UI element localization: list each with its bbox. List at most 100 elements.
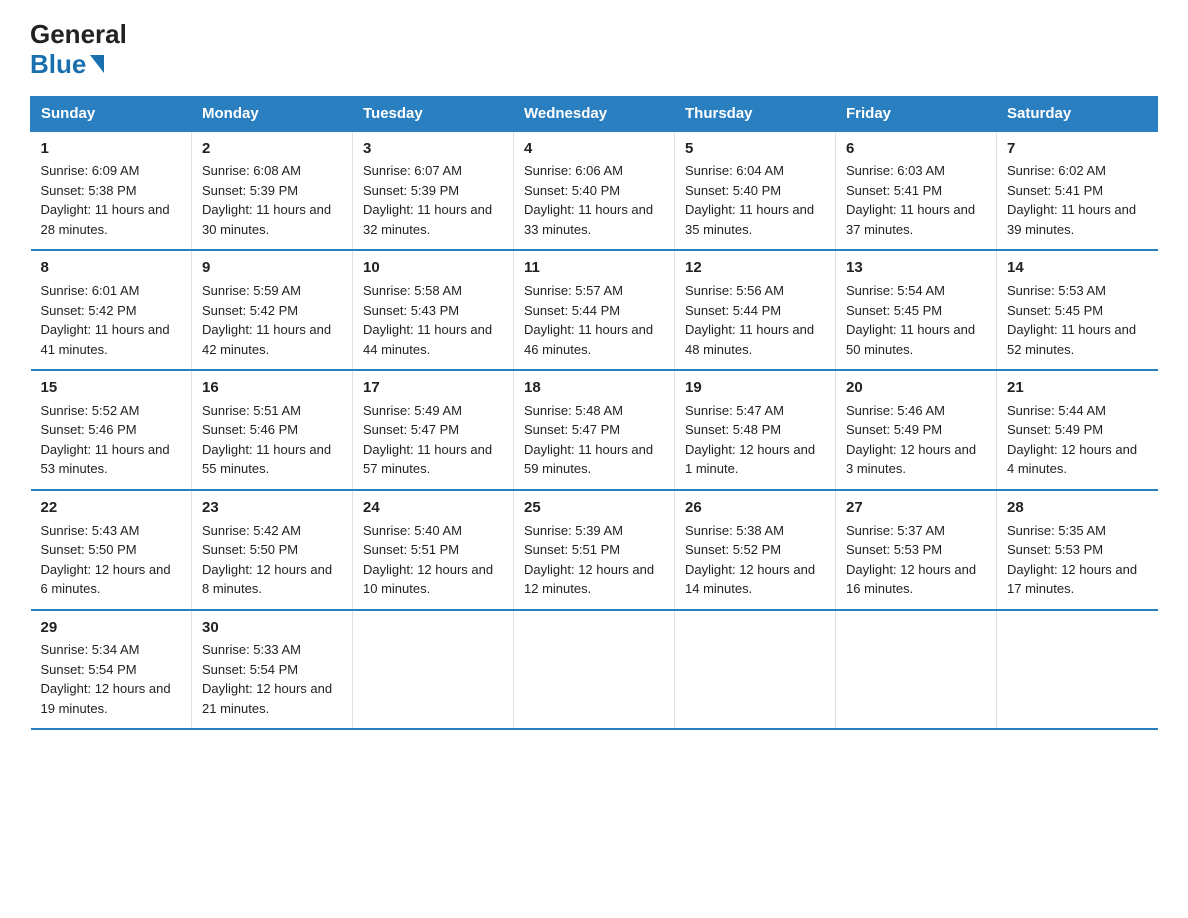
calendar-day-cell: 9Sunrise: 5:59 AMSunset: 5:42 PMDaylight…	[192, 250, 353, 370]
day-number: 13	[846, 257, 986, 279]
calendar-day-cell	[997, 610, 1158, 730]
day-info: Sunrise: 5:42 AMSunset: 5:50 PMDaylight:…	[202, 521, 342, 599]
day-info: Sunrise: 5:43 AMSunset: 5:50 PMDaylight:…	[41, 521, 182, 599]
day-number: 12	[685, 257, 825, 279]
day-number: 11	[524, 257, 664, 279]
calendar-week-row: 8Sunrise: 6:01 AMSunset: 5:42 PMDaylight…	[31, 250, 1158, 370]
calendar-header-friday: Friday	[836, 96, 997, 131]
day-number: 14	[1007, 257, 1148, 279]
calendar-day-cell: 10Sunrise: 5:58 AMSunset: 5:43 PMDayligh…	[353, 250, 514, 370]
logo-general-text: General	[30, 20, 127, 49]
day-info: Sunrise: 5:49 AMSunset: 5:47 PMDaylight:…	[363, 401, 503, 479]
calendar-day-cell: 17Sunrise: 5:49 AMSunset: 5:47 PMDayligh…	[353, 370, 514, 490]
day-info: Sunrise: 6:08 AMSunset: 5:39 PMDaylight:…	[202, 161, 342, 239]
day-number: 15	[41, 377, 182, 399]
day-info: Sunrise: 5:51 AMSunset: 5:46 PMDaylight:…	[202, 401, 342, 479]
day-number: 10	[363, 257, 503, 279]
day-number: 1	[41, 138, 182, 160]
day-info: Sunrise: 6:02 AMSunset: 5:41 PMDaylight:…	[1007, 161, 1148, 239]
day-info: Sunrise: 5:40 AMSunset: 5:51 PMDaylight:…	[363, 521, 503, 599]
day-number: 27	[846, 497, 986, 519]
day-info: Sunrise: 5:54 AMSunset: 5:45 PMDaylight:…	[846, 281, 986, 359]
calendar-day-cell	[675, 610, 836, 730]
calendar-week-row: 15Sunrise: 5:52 AMSunset: 5:46 PMDayligh…	[31, 370, 1158, 490]
calendar-day-cell: 2Sunrise: 6:08 AMSunset: 5:39 PMDaylight…	[192, 131, 353, 251]
day-number: 3	[363, 138, 503, 160]
day-number: 22	[41, 497, 182, 519]
calendar-day-cell: 28Sunrise: 5:35 AMSunset: 5:53 PMDayligh…	[997, 490, 1158, 610]
calendar-day-cell: 4Sunrise: 6:06 AMSunset: 5:40 PMDaylight…	[514, 131, 675, 251]
day-info: Sunrise: 5:44 AMSunset: 5:49 PMDaylight:…	[1007, 401, 1148, 479]
calendar-header-sunday: Sunday	[31, 96, 192, 131]
calendar-header-saturday: Saturday	[997, 96, 1158, 131]
day-number: 18	[524, 377, 664, 399]
day-number: 25	[524, 497, 664, 519]
calendar-day-cell: 6Sunrise: 6:03 AMSunset: 5:41 PMDaylight…	[836, 131, 997, 251]
day-number: 21	[1007, 377, 1148, 399]
calendar-day-cell: 8Sunrise: 6:01 AMSunset: 5:42 PMDaylight…	[31, 250, 192, 370]
day-info: Sunrise: 6:04 AMSunset: 5:40 PMDaylight:…	[685, 161, 825, 239]
day-info: Sunrise: 5:59 AMSunset: 5:42 PMDaylight:…	[202, 281, 342, 359]
calendar-day-cell: 1Sunrise: 6:09 AMSunset: 5:38 PMDaylight…	[31, 131, 192, 251]
day-number: 17	[363, 377, 503, 399]
calendar-day-cell: 27Sunrise: 5:37 AMSunset: 5:53 PMDayligh…	[836, 490, 997, 610]
calendar-day-cell: 14Sunrise: 5:53 AMSunset: 5:45 PMDayligh…	[997, 250, 1158, 370]
calendar-day-cell: 29Sunrise: 5:34 AMSunset: 5:54 PMDayligh…	[31, 610, 192, 730]
calendar-header-thursday: Thursday	[675, 96, 836, 131]
calendar-day-cell: 7Sunrise: 6:02 AMSunset: 5:41 PMDaylight…	[997, 131, 1158, 251]
calendar-day-cell: 15Sunrise: 5:52 AMSunset: 5:46 PMDayligh…	[31, 370, 192, 490]
day-number: 20	[846, 377, 986, 399]
calendar-day-cell: 11Sunrise: 5:57 AMSunset: 5:44 PMDayligh…	[514, 250, 675, 370]
day-number: 5	[685, 138, 825, 160]
day-info: Sunrise: 5:53 AMSunset: 5:45 PMDaylight:…	[1007, 281, 1148, 359]
day-info: Sunrise: 5:52 AMSunset: 5:46 PMDaylight:…	[41, 401, 182, 479]
day-number: 16	[202, 377, 342, 399]
calendar-day-cell: 13Sunrise: 5:54 AMSunset: 5:45 PMDayligh…	[836, 250, 997, 370]
calendar-day-cell: 23Sunrise: 5:42 AMSunset: 5:50 PMDayligh…	[192, 490, 353, 610]
day-info: Sunrise: 6:01 AMSunset: 5:42 PMDaylight:…	[41, 281, 182, 359]
calendar-day-cell	[353, 610, 514, 730]
day-info: Sunrise: 5:34 AMSunset: 5:54 PMDaylight:…	[41, 640, 182, 718]
calendar-day-cell: 26Sunrise: 5:38 AMSunset: 5:52 PMDayligh…	[675, 490, 836, 610]
day-info: Sunrise: 6:03 AMSunset: 5:41 PMDaylight:…	[846, 161, 986, 239]
day-info: Sunrise: 6:06 AMSunset: 5:40 PMDaylight:…	[524, 161, 664, 239]
calendar-day-cell	[836, 610, 997, 730]
calendar-table: SundayMondayTuesdayWednesdayThursdayFrid…	[30, 96, 1158, 731]
day-info: Sunrise: 5:38 AMSunset: 5:52 PMDaylight:…	[685, 521, 825, 599]
calendar-header-monday: Monday	[192, 96, 353, 131]
calendar-day-cell: 18Sunrise: 5:48 AMSunset: 5:47 PMDayligh…	[514, 370, 675, 490]
calendar-day-cell: 24Sunrise: 5:40 AMSunset: 5:51 PMDayligh…	[353, 490, 514, 610]
day-info: Sunrise: 5:57 AMSunset: 5:44 PMDaylight:…	[524, 281, 664, 359]
calendar-day-cell: 21Sunrise: 5:44 AMSunset: 5:49 PMDayligh…	[997, 370, 1158, 490]
calendar-day-cell: 30Sunrise: 5:33 AMSunset: 5:54 PMDayligh…	[192, 610, 353, 730]
day-number: 24	[363, 497, 503, 519]
calendar-day-cell: 3Sunrise: 6:07 AMSunset: 5:39 PMDaylight…	[353, 131, 514, 251]
logo-triangle-icon	[90, 55, 104, 73]
day-number: 4	[524, 138, 664, 160]
day-number: 2	[202, 138, 342, 160]
day-number: 19	[685, 377, 825, 399]
day-number: 28	[1007, 497, 1148, 519]
calendar-day-cell: 16Sunrise: 5:51 AMSunset: 5:46 PMDayligh…	[192, 370, 353, 490]
calendar-day-cell	[514, 610, 675, 730]
day-number: 26	[685, 497, 825, 519]
day-number: 6	[846, 138, 986, 160]
calendar-week-row: 29Sunrise: 5:34 AMSunset: 5:54 PMDayligh…	[31, 610, 1158, 730]
day-info: Sunrise: 5:56 AMSunset: 5:44 PMDaylight:…	[685, 281, 825, 359]
day-number: 30	[202, 617, 342, 639]
day-info: Sunrise: 5:46 AMSunset: 5:49 PMDaylight:…	[846, 401, 986, 479]
day-number: 7	[1007, 138, 1148, 160]
day-info: Sunrise: 5:48 AMSunset: 5:47 PMDaylight:…	[524, 401, 664, 479]
logo-blue-text: Blue	[30, 49, 104, 80]
day-info: Sunrise: 5:35 AMSunset: 5:53 PMDaylight:…	[1007, 521, 1148, 599]
day-number: 9	[202, 257, 342, 279]
day-info: Sunrise: 6:07 AMSunset: 5:39 PMDaylight:…	[363, 161, 503, 239]
calendar-day-cell: 20Sunrise: 5:46 AMSunset: 5:49 PMDayligh…	[836, 370, 997, 490]
day-number: 23	[202, 497, 342, 519]
calendar-day-cell: 19Sunrise: 5:47 AMSunset: 5:48 PMDayligh…	[675, 370, 836, 490]
calendar-day-cell: 5Sunrise: 6:04 AMSunset: 5:40 PMDaylight…	[675, 131, 836, 251]
day-number: 8	[41, 257, 182, 279]
calendar-day-cell: 12Sunrise: 5:56 AMSunset: 5:44 PMDayligh…	[675, 250, 836, 370]
calendar-header-tuesday: Tuesday	[353, 96, 514, 131]
day-info: Sunrise: 5:39 AMSunset: 5:51 PMDaylight:…	[524, 521, 664, 599]
